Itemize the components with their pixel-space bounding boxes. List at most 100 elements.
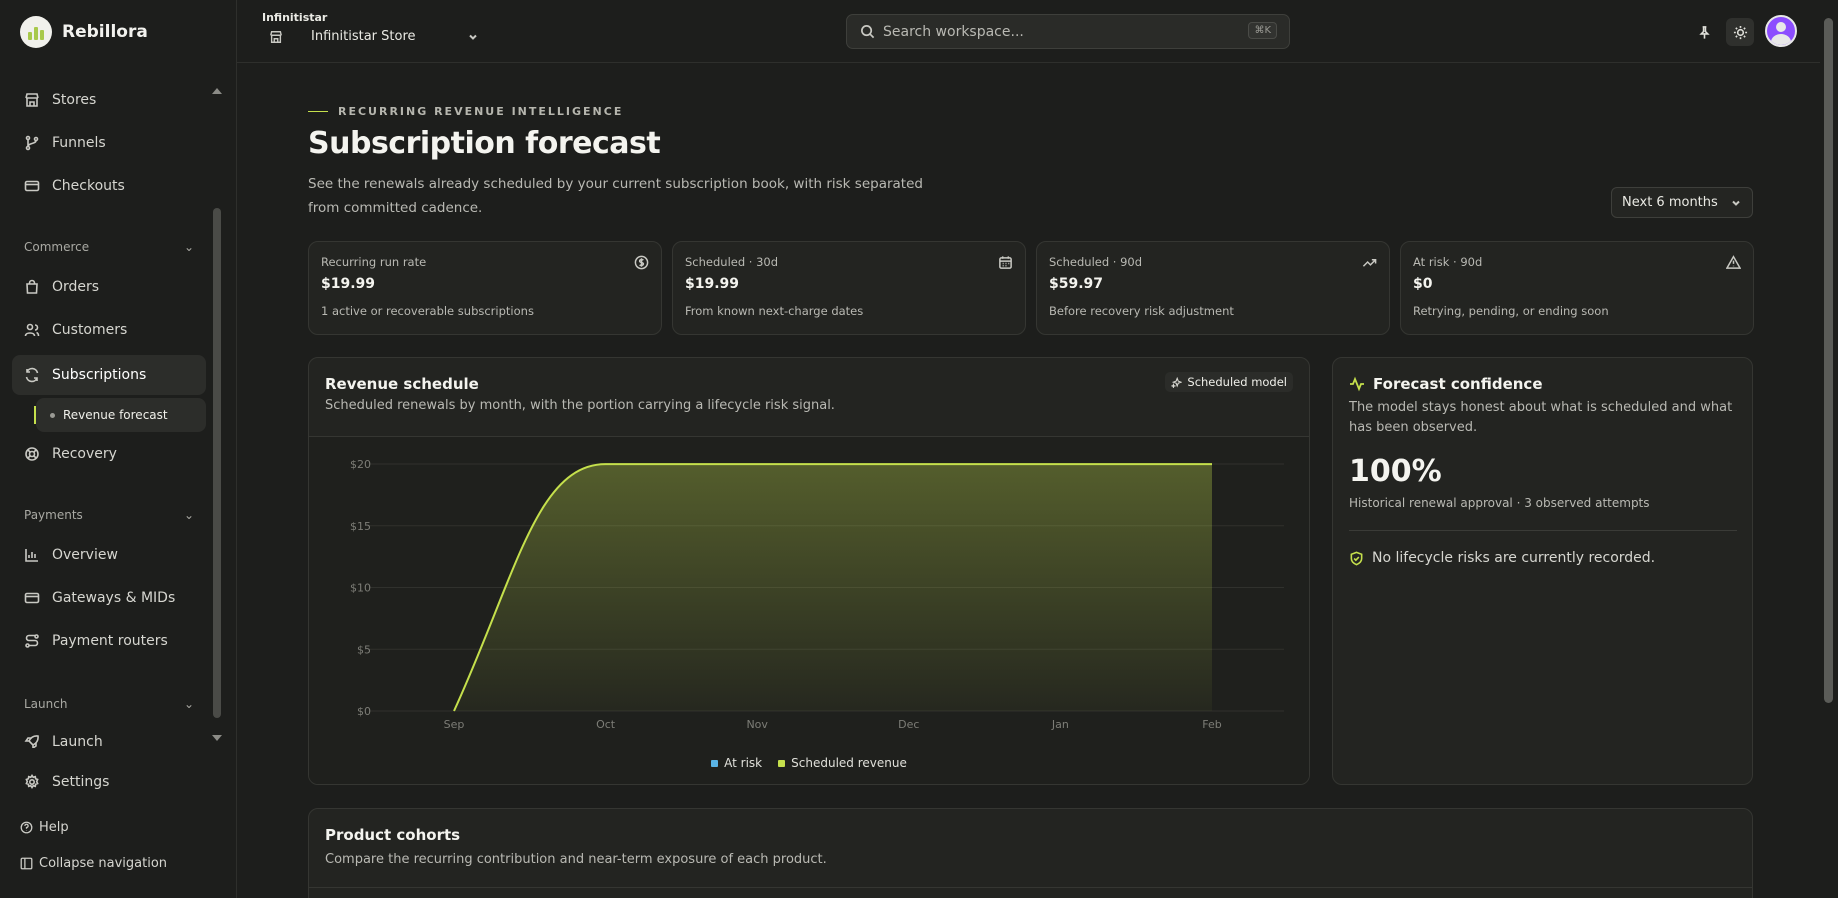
refresh-icon bbox=[25, 367, 39, 383]
pin-icon bbox=[1698, 25, 1710, 39]
y-tick-label: $5 bbox=[357, 643, 371, 656]
stat-label: Scheduled · 30d bbox=[685, 255, 779, 269]
stat-value: $59.97 bbox=[1049, 276, 1104, 292]
stat-label: At risk · 90d bbox=[1413, 255, 1483, 269]
sidebar-scroll-up-arrow[interactable] bbox=[212, 88, 222, 94]
legend-item-at-risk[interactable]: At risk bbox=[711, 756, 762, 770]
brand-logo-icon bbox=[20, 16, 52, 48]
y-tick-label: $20 bbox=[350, 458, 371, 471]
chevron-down-icon: ⌄ bbox=[183, 697, 194, 711]
sidebar-item-label: Funnels bbox=[52, 135, 106, 151]
eyebrow-line bbox=[308, 110, 328, 113]
avatar[interactable] bbox=[1765, 15, 1797, 47]
range-select[interactable]: Next 6 months bbox=[1611, 187, 1753, 218]
card-subtitle: Scheduled renewals by month, with the po… bbox=[325, 398, 835, 413]
chart-area: $0 $5 $10 $15 $20 Sep Oct Nov Dec Jan Feb bbox=[309, 436, 1309, 784]
credit-card-icon bbox=[24, 180, 40, 192]
product-cohorts-card: Product cohorts Compare the recurring co… bbox=[308, 808, 1753, 898]
stat-card-scheduled-90d: Scheduled · 90d $59.97 Before recovery r… bbox=[1036, 241, 1390, 335]
chevron-down-icon bbox=[469, 34, 477, 40]
stat-value: $19.99 bbox=[321, 276, 376, 292]
legend-item-scheduled-revenue[interactable]: Scheduled revenue bbox=[778, 756, 907, 770]
sidebar-item-label: Overview bbox=[52, 547, 118, 563]
stat-value: $19.99 bbox=[685, 276, 740, 292]
search-bar[interactable]: ⌘K bbox=[846, 14, 1290, 49]
card-subtitle: Compare the recurring contribution and n… bbox=[325, 852, 827, 867]
revenue-schedule-card: Revenue schedule Scheduled renewals by m… bbox=[308, 357, 1310, 785]
life-buoy-icon bbox=[25, 447, 39, 461]
sidebar-item-label: Payment routers bbox=[52, 633, 168, 649]
sidebar-item-orders[interactable]: Orders bbox=[12, 267, 206, 307]
x-tick-label: Oct bbox=[596, 718, 616, 731]
shopping-bag-icon bbox=[26, 279, 38, 294]
legend-swatch bbox=[778, 759, 786, 767]
search-input[interactable] bbox=[883, 23, 1243, 40]
brand[interactable]: Rebillora bbox=[20, 16, 148, 48]
calendar-icon bbox=[999, 256, 1012, 269]
gear-icon bbox=[25, 774, 39, 789]
shield-check-icon bbox=[1350, 551, 1363, 565]
sidebar-item-label: Stores bbox=[52, 92, 97, 108]
page-scrollbar[interactable] bbox=[1824, 18, 1833, 703]
confidence-percent: 100% bbox=[1349, 454, 1442, 489]
chart-legend: At risk Scheduled revenue bbox=[309, 756, 1309, 770]
stat-note: From known next-charge dates bbox=[685, 304, 864, 318]
sidebar-item-recovery[interactable]: Recovery bbox=[12, 434, 206, 474]
users-icon bbox=[24, 323, 40, 337]
sidebar-subitem-revenue-forecast[interactable]: Revenue forecast bbox=[34, 398, 206, 432]
warning-icon bbox=[1726, 255, 1741, 269]
stat-card-scheduled-30d: Scheduled · 30d $19.99 From known next-c… bbox=[672, 241, 1026, 335]
git-branch-icon bbox=[25, 135, 39, 151]
sidebar-item-routers[interactable]: Payment routers bbox=[12, 621, 206, 661]
sidebar-item-label: Subscriptions bbox=[52, 367, 147, 383]
sidebar-item-checkouts[interactable]: Checkouts bbox=[12, 166, 206, 206]
sidebar-item-subscriptions[interactable]: Subscriptions bbox=[12, 355, 206, 395]
store-icon bbox=[270, 30, 282, 43]
sidebar-scrollbar[interactable] bbox=[213, 208, 221, 718]
stat-value: $0 bbox=[1413, 276, 1433, 292]
search-shortcut: ⌘K bbox=[1248, 22, 1277, 39]
sidebar-scroll-down-arrow[interactable] bbox=[212, 735, 222, 741]
forecast-confidence-card: Forecast confidence The model stays hone… bbox=[1332, 357, 1753, 785]
confidence-note: Historical renewal approval · 3 observed… bbox=[1349, 496, 1650, 510]
page-title: Subscription forecast bbox=[308, 126, 661, 161]
sidebar-item-settings[interactable]: Settings bbox=[24, 774, 109, 790]
stat-note: Retrying, pending, or ending soon bbox=[1413, 304, 1609, 318]
sidebar-item-customers[interactable]: Customers bbox=[12, 310, 206, 350]
sidebar-item-gateways[interactable]: Gateways & MIDs bbox=[12, 578, 206, 618]
app: Rebillora Stores Funnels Checkouts Comme… bbox=[0, 0, 1838, 898]
sidebar-item-label: Launch bbox=[52, 734, 103, 748]
chevron-down-icon bbox=[1732, 200, 1740, 206]
pin-button[interactable] bbox=[1690, 18, 1718, 46]
x-tick-label: Nov bbox=[746, 718, 768, 731]
sidebar-item-launch[interactable]: Launch bbox=[12, 722, 206, 748]
y-tick-label: $10 bbox=[350, 582, 371, 595]
sidebar-item-overview[interactable]: Overview bbox=[12, 535, 206, 575]
x-tick-label: Feb bbox=[1202, 718, 1221, 731]
help-link[interactable]: Help bbox=[20, 820, 69, 835]
stat-label: Scheduled · 90d bbox=[1049, 255, 1143, 269]
theme-toggle-button[interactable] bbox=[1726, 18, 1754, 46]
nav-group-payments[interactable]: Payments ⌄ bbox=[24, 508, 194, 522]
x-tick-label: Sep bbox=[444, 718, 465, 731]
store-icon bbox=[25, 93, 39, 107]
card-title: Revenue schedule bbox=[325, 375, 479, 393]
sidebar-item-funnels[interactable]: Funnels bbox=[12, 123, 206, 163]
sidebar-item-stores[interactable]: Stores bbox=[12, 80, 206, 120]
stat-label: Recurring run rate bbox=[321, 255, 427, 269]
y-tick-label: $0 bbox=[357, 705, 371, 718]
sidebar-item-label: Recovery bbox=[52, 446, 117, 462]
store-selector[interactable]: Infinitistar Store bbox=[269, 29, 479, 44]
y-tick-label: $15 bbox=[350, 520, 371, 533]
sun-icon bbox=[1733, 25, 1747, 39]
active-indicator bbox=[34, 406, 36, 424]
brand-name: Rebillora bbox=[62, 22, 148, 42]
rocket-icon bbox=[24, 735, 39, 748]
nav-group-commerce[interactable]: Commerce ⌄ bbox=[24, 240, 194, 254]
nav-group-launch[interactable]: Launch ⌄ bbox=[24, 697, 194, 711]
search-icon bbox=[861, 25, 875, 39]
workspace-label: Infinitistar bbox=[262, 11, 328, 24]
collapse-navigation-button[interactable]: Collapse navigation bbox=[20, 856, 167, 871]
sidebar-item-label: Customers bbox=[52, 322, 128, 338]
divider bbox=[1349, 530, 1737, 531]
